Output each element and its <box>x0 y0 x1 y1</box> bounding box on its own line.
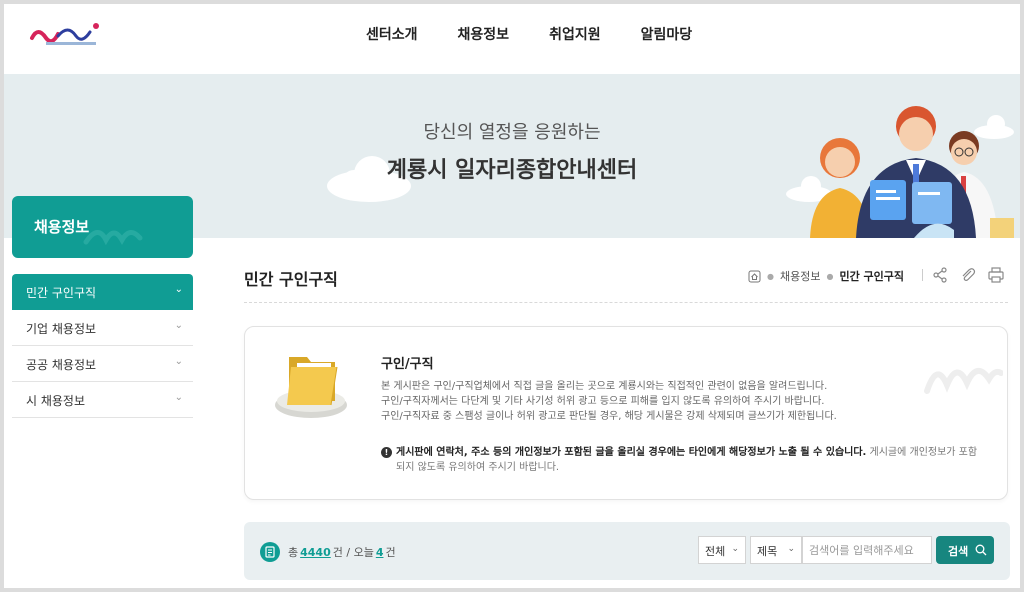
tools-divider <box>922 269 923 281</box>
breadcrumb-item[interactable]: 채용정보 <box>780 268 820 284</box>
chevron-down-icon: ⌄ <box>174 320 183 331</box>
main-nav: 센터소개 채용정보 취업지원 알림마당 <box>366 24 732 44</box>
chevron-down-icon: ⌄ <box>731 544 739 554</box>
privacy-warning-text: 게시판에 연락처, 주소 등의 개인정보가 포함된 글을 올리실 경우에는 타인… <box>381 445 981 475</box>
sidebar-item-label: 기업 채용정보 <box>26 322 97 336</box>
board-search-bar: 총 4440 건 / 오늘 4 건 전체 ⌄ 제목 ⌄ 검색 <box>244 522 1010 580</box>
nav-center-intro[interactable]: 센터소개 <box>366 24 418 44</box>
page-tools <box>922 266 1015 284</box>
folder-icon <box>275 357 347 418</box>
sidebar-item-company-jobs[interactable]: 기업 채용정보 ⌄ <box>12 310 193 346</box>
sidebar-item-label: 시 채용정보 <box>26 394 86 408</box>
brush-decoration <box>924 368 1003 394</box>
title-divider <box>244 302 1008 303</box>
today-count: 4 <box>375 545 384 559</box>
sidebar-item-label: 공공 채용정보 <box>26 358 97 372</box>
sidebar-item-city-jobs[interactable]: 시 채용정보 ⌄ <box>12 382 193 418</box>
notice-line: 구인/구직자료 중 스팸성 글이나 허위 광고로 판단될 경우, 해당 게시물은… <box>381 411 837 422</box>
search-field-select[interactable]: 제목 ⌄ <box>750 536 802 564</box>
board-notice: 구인/구직 본 게시판은 구인/구직업체에서 직접 글을 올리는 곳으로 계룡시… <box>244 326 1008 500</box>
notice-line: 구인/구직자께서는 다단계 및 기타 사기성 허위 광고 등으로 피해를 입지 … <box>381 396 825 407</box>
nav-recruit-info[interactable]: 채용정보 <box>458 24 510 44</box>
print-icon[interactable] <box>987 266 1005 284</box>
page-title: 민간 구인구직 <box>244 270 338 289</box>
post-count: 총 4440 건 / 오늘 4 건 <box>260 542 396 562</box>
sidebar-item-private-jobs[interactable]: 민간 구인구직 ⌄ <box>12 274 193 310</box>
brush-decoration <box>83 230 143 246</box>
chevron-down-icon: ⌄ <box>787 544 795 554</box>
sidebar-menu: 민간 구인구직 ⌄ 기업 채용정보 ⌄ 공공 채용정보 ⌄ 시 채용정보 ⌄ <box>12 274 193 418</box>
search-button[interactable]: 검색 <box>936 536 994 564</box>
breadcrumb: ● 채용정보 ● 민간 구인구직 <box>748 268 904 284</box>
search-icon <box>975 544 987 556</box>
privacy-warning: ! 게시판에 연락처, 주소 등의 개인정보가 포함된 글을 올리실 경우에는 … <box>381 445 981 475</box>
chevron-down-icon: ⌄ <box>174 284 183 295</box>
category-select[interactable]: 전체 ⌄ <box>698 536 746 564</box>
search-field-value: 제목 <box>757 545 778 558</box>
total-count: 4440 <box>300 545 331 559</box>
today-unit: 건 <box>385 546 396 559</box>
document-icon <box>260 542 280 562</box>
sidebar-item-public-jobs[interactable]: 공공 채용정보 ⌄ <box>12 346 193 382</box>
breadcrumb-separator: ● <box>767 271 774 281</box>
notice-line: 본 게시판은 구인/구직업체에서 직접 글을 올리는 곳으로 계룡시와는 직접적… <box>381 381 828 392</box>
home-icon[interactable] <box>748 270 761 283</box>
breadcrumb-current: 민간 구인구직 <box>839 270 905 283</box>
people-illustration <box>810 106 1014 238</box>
privacy-warning-strong: 게시판에 연락처, 주소 등의 개인정보가 포함된 글을 올리실 경우에는 타인… <box>396 447 867 458</box>
notice-title: 구인/구직 <box>381 357 434 372</box>
search-input[interactable] <box>802 536 932 564</box>
chevron-down-icon: ⌄ <box>174 356 183 367</box>
site-logo[interactable] <box>28 16 118 50</box>
paperclip-icon[interactable] <box>959 266 977 284</box>
category-value: 전체 <box>705 545 726 558</box>
notice-lines: 본 게시판은 구인/구직업체에서 직접 글을 올리는 곳으로 계룡시와는 직접적… <box>381 379 981 424</box>
breadcrumb-separator: ● <box>826 271 834 281</box>
sidebar-item-label: 민간 구인구직 <box>26 286 97 300</box>
alert-icon: ! <box>381 447 392 458</box>
chevron-down-icon: ⌄ <box>174 392 183 403</box>
total-prefix: 총 <box>288 546 299 559</box>
nav-job-support[interactable]: 취업지원 <box>549 24 601 44</box>
search-button-label: 검색 <box>948 545 969 558</box>
share-icon[interactable] <box>931 266 949 284</box>
sidebar-heading-card: 채용정보 <box>12 196 193 258</box>
sidebar-heading: 채용정보 <box>34 218 90 236</box>
site-header: 센터소개 채용정보 취업지원 알림마당 <box>4 4 1020 74</box>
page-frame: 센터소개 채용정보 취업지원 알림마당 당신의 열정을 응원하는 계룡시 일자리… <box>4 4 1020 588</box>
nav-notice-board[interactable]: 알림마당 <box>641 24 693 44</box>
total-unit: 건 / 오늘 <box>332 546 374 559</box>
